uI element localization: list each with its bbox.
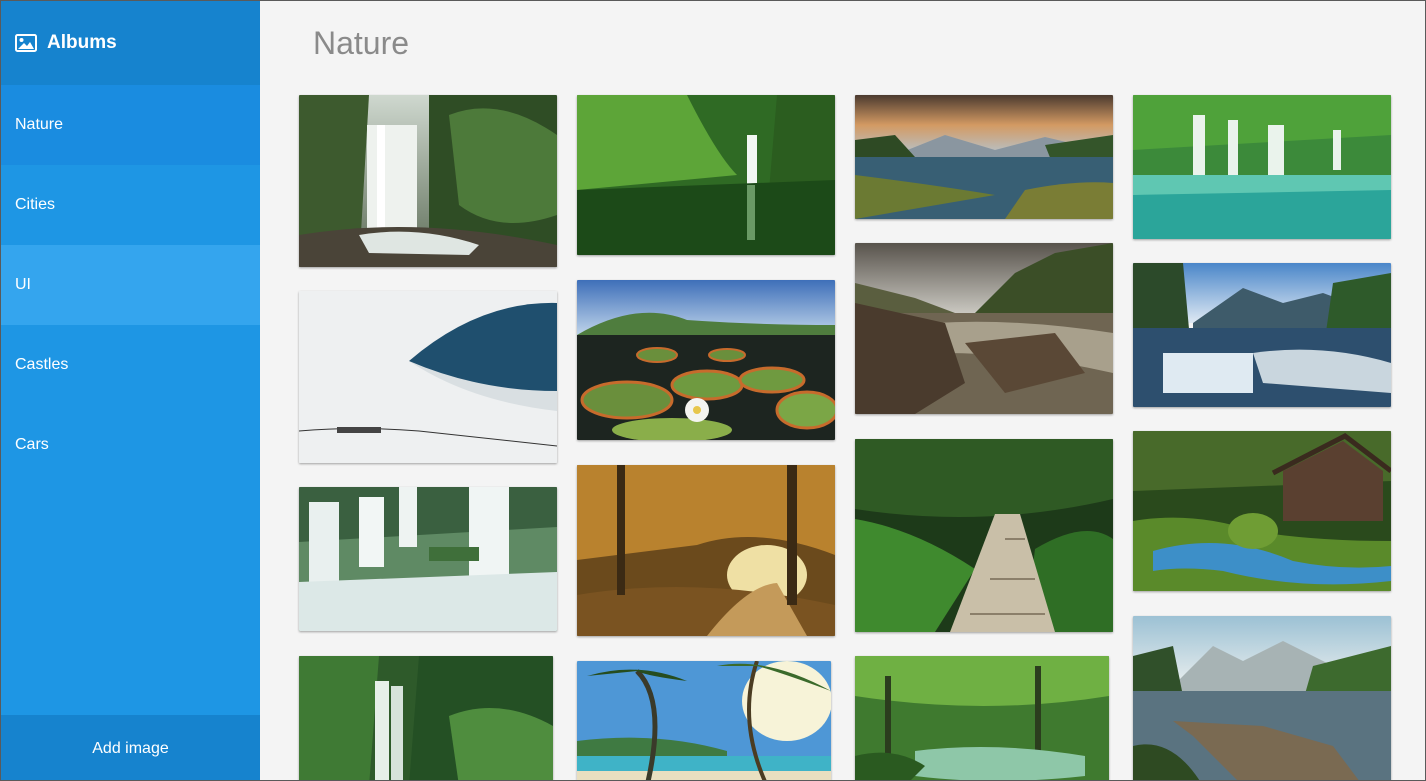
sidebar-item-cities[interactable]: Cities: [1, 165, 260, 245]
sidebar-item-nature[interactable]: Nature: [1, 85, 260, 165]
sidebar-item-label: UI: [15, 276, 31, 293]
photo-rocky-river[interactable]: [855, 243, 1113, 414]
photo-mossy-watermill[interactable]: [1133, 431, 1391, 591]
page-title: Nature: [313, 25, 410, 61]
add-image-label: Add image: [92, 739, 169, 757]
photo-giant-lily-pads[interactable]: [577, 280, 835, 440]
photo-turquoise-lagoon-falls[interactable]: [1133, 95, 1391, 239]
app-window: Albums Nature Cities UI Castles Cars Add…: [0, 0, 1426, 781]
albums-title: Albums: [47, 32, 117, 53]
photo-lake-pier[interactable]: [1133, 616, 1391, 780]
sidebar-item-label: Nature: [15, 116, 64, 133]
photo-fern-boardwalk[interactable]: [855, 439, 1113, 632]
photo-tropical-beach-palms[interactable]: [577, 661, 831, 780]
sidebar: Albums Nature Cities UI Castles Cars Add…: [1, 1, 260, 780]
photo-mountain-river-falls[interactable]: [1133, 263, 1391, 407]
image-icon: [15, 34, 37, 52]
photo-terraced-waterfalls[interactable]: [299, 487, 557, 631]
add-image-button[interactable]: Add image: [1, 715, 260, 780]
photo-jungle-waterfall[interactable]: [299, 95, 557, 267]
photo-sunset-lake[interactable]: [855, 95, 1113, 219]
photo-rainforest-waterfall[interactable]: [299, 656, 553, 780]
main-content: Nature: [260, 1, 1425, 780]
sidebar-item-cars[interactable]: Cars: [1, 405, 260, 485]
photo-green-canyon-waterfall[interactable]: [577, 95, 835, 255]
sidebar-item-ui[interactable]: UI: [1, 245, 260, 325]
sidebar-item-label: Cities: [15, 196, 56, 213]
photo-autumn-forest-path[interactable]: [577, 465, 835, 636]
photo-jungle-pond[interactable]: [855, 656, 1109, 780]
albums-header: Albums: [1, 1, 260, 85]
sidebar-item-castles[interactable]: Castles: [1, 325, 260, 405]
sidebar-item-label: Castles: [15, 356, 69, 373]
sidebar-item-label: Cars: [15, 436, 49, 453]
photo-snow-dune[interactable]: [299, 291, 557, 463]
